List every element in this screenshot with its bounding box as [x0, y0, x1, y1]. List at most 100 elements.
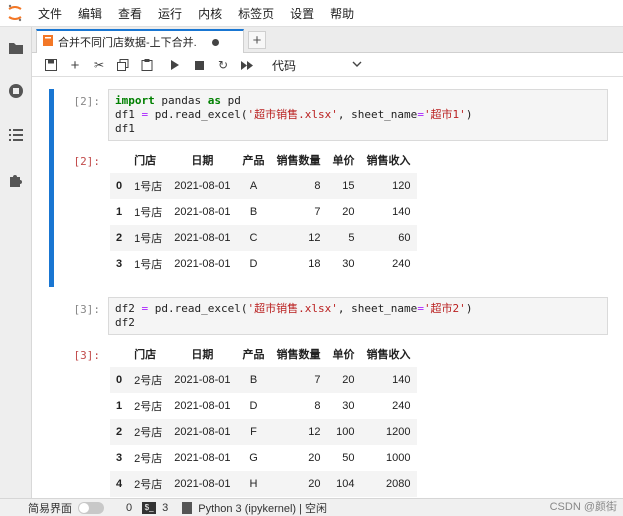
code-token: = [417, 108, 424, 121]
insert-cell-icon[interactable]: + [66, 56, 84, 74]
running-kernels-icon[interactable] [7, 82, 25, 100]
unsaved-dot-icon[interactable] [212, 38, 219, 46]
table-row: 0 2号店 2021-08-01 B 7 20 140 [110, 367, 417, 393]
table-cell: A [249, 180, 258, 192]
table-cell: 140 [392, 206, 411, 218]
code-token: df2 [115, 302, 142, 315]
chevron-down-icon [352, 58, 362, 72]
menu-run[interactable]: 运行 [158, 5, 182, 22]
cut-icon[interactable]: ✂ [90, 56, 108, 74]
code-editor[interactable]: import pandas as pd df1 = pd.read_excel('… [108, 89, 608, 141]
menu-file[interactable]: 文件 [38, 5, 62, 22]
table-cell: 2021-08-01 [174, 206, 231, 218]
table-row: 4 2号店 2021-08-01 H 20 104 2080 [110, 471, 417, 497]
cell-type-value: 代码 [272, 58, 297, 73]
index-header [110, 147, 128, 173]
code-editor[interactable]: df2 = pd.read_excel('超市销售.xlsx', sheet_n… [108, 297, 608, 335]
kernel-icon [182, 501, 193, 514]
table-cell: 2021-08-01 [174, 426, 231, 438]
table-cell: 120 [392, 180, 411, 192]
table-of-contents-icon[interactable] [7, 126, 25, 144]
table-cell: B [249, 206, 258, 218]
notebook-tab[interactable]: 合并不同门店数据-上下合并. [36, 29, 244, 53]
table-cell: 20 [342, 206, 355, 218]
menu-view[interactable]: 查看 [118, 5, 142, 22]
table-cell: 1号店 [134, 207, 163, 219]
column-header: 日期 [191, 349, 214, 361]
dataframe-output: 门店 日期 产品 销售数量 单价 销售收入 0 2号店 2021-08-01 B 7 20 140 1 2号… [110, 341, 417, 497]
table-cell: 8 [314, 400, 321, 412]
simple-mode-toggle[interactable] [78, 501, 104, 514]
table-cell: 100 [336, 426, 355, 438]
code-token: '超市销售.xlsx' [247, 108, 338, 121]
kernel-status[interactable]: Python 3 (ipykernel) | 空闲 [198, 500, 327, 516]
code-token: ) [465, 302, 473, 315]
terminal-count[interactable]: 3 [162, 502, 168, 514]
table-cell: 2021-08-01 [174, 180, 231, 192]
code-token: '超市2' [423, 302, 466, 315]
table-cell: 15 [342, 180, 355, 192]
code-token: '超市1' [423, 108, 466, 121]
code-token: pd.read_excel( [148, 302, 248, 315]
restart-icon[interactable]: ↻ [214, 56, 232, 74]
new-tab-button[interactable]: + [248, 31, 266, 49]
table-cell: 2号店 [134, 375, 163, 387]
column-header: 门店 [134, 349, 157, 361]
code-token: import [115, 94, 155, 107]
menu-settings[interactable]: 设置 [290, 5, 314, 22]
kernel-count[interactable]: 0 [126, 502, 132, 514]
cell-type-select[interactable]: 代码 [272, 56, 362, 74]
menu-help[interactable]: 帮助 [330, 5, 354, 22]
stop-icon[interactable] [190, 56, 208, 74]
copy-icon[interactable] [114, 56, 132, 74]
table-cell: 1号店 [134, 181, 163, 193]
paste-icon[interactable] [138, 56, 156, 74]
table-cell: 2021-08-01 [174, 232, 231, 244]
index-header [110, 341, 128, 367]
table-cell: 140 [392, 374, 411, 386]
row-index: 2 [116, 232, 123, 244]
table-header-row: 门店 日期 产品 销售数量 单价 销售收入 [110, 147, 417, 173]
menu-edit[interactable]: 编辑 [78, 5, 102, 22]
code-token: df1 [115, 122, 135, 135]
code-line: df2 = pd.read_excel('超市销售.xlsx', sheet_n… [115, 302, 601, 316]
table-cell: 2021-08-01 [174, 374, 231, 386]
extensions-puzzle-icon[interactable] [7, 171, 25, 189]
table-cell: H [249, 478, 258, 490]
table-cell: 20 [342, 374, 355, 386]
code-line: df2 [115, 316, 601, 330]
column-header: 日期 [191, 155, 214, 167]
left-sidebar [0, 27, 32, 498]
table-row: 2 1号店 2021-08-01 C 12 5 60 [110, 225, 417, 251]
table-cell: 30 [342, 400, 355, 412]
output-prompt: [2]: [73, 155, 101, 168]
code-token: df1 [115, 108, 142, 121]
code-token: pandas [154, 94, 208, 107]
menubar: 文件 编辑 查看 运行 内核 标签页 设置 帮助 [0, 0, 623, 27]
code-line: df1 = pd.read_excel('超市销售.xlsx', sheet_n… [115, 108, 601, 122]
code-token: as [207, 94, 221, 107]
row-index: 4 [116, 478, 123, 490]
folder-icon[interactable] [7, 39, 25, 57]
run-icon[interactable] [166, 56, 184, 74]
table-cell: 240 [392, 400, 411, 412]
column-header: 门店 [134, 155, 157, 167]
column-header: 单价 [332, 349, 355, 361]
fast-forward-icon[interactable] [238, 56, 256, 74]
table-row: 0 1号店 2021-08-01 A 8 15 120 [110, 173, 417, 199]
table-cell: 104 [336, 478, 355, 490]
code-token: pd.read_excel( [148, 108, 248, 121]
column-header: 单价 [332, 155, 355, 167]
jupyter-logo-icon[interactable] [0, 0, 30, 27]
main-area: 合并不同门店数据-上下合并. + + ✂ ↻ 代码 [2]: import pa… [32, 27, 623, 498]
code-token: '超市销售.xlsx' [247, 302, 338, 315]
code-token: , sheet_name [337, 302, 418, 315]
menu-tabs[interactable]: 标签页 [238, 5, 274, 22]
tab-bar: 合并不同门店数据-上下合并. + [32, 27, 623, 53]
menu-kernel[interactable]: 内核 [198, 5, 222, 22]
table-cell: 20 [308, 478, 321, 490]
table-cell: D [249, 400, 258, 412]
table-cell: 2号店 [134, 401, 163, 413]
table-cell: 12 [308, 232, 321, 244]
save-icon[interactable] [42, 56, 60, 74]
